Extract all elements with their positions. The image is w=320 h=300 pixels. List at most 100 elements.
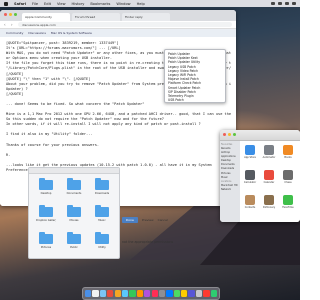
tab[interactable]: Finder reply — [122, 13, 170, 21]
folder-label: Downloads — [94, 192, 110, 195]
folder-icon[interactable] — [67, 232, 81, 244]
patch-list-item[interactable]: USB Patch — [168, 98, 222, 102]
folder-icon[interactable] — [39, 178, 53, 190]
app-icon[interactable] — [264, 195, 274, 205]
back-icon[interactable]: ‹ — [4, 22, 8, 27]
folder-label: Desktop — [40, 192, 52, 195]
menu-item-app[interactable]: Safari — [14, 2, 26, 6]
finder-sidebar: Favourites Recents AirDrop Applications Desk… — [220, 141, 240, 222]
dock-app-icon[interactable] — [107, 290, 114, 297]
dock-app-icon[interactable] — [121, 290, 129, 297]
app-icon[interactable] — [283, 145, 293, 155]
attached-finder-toolbar — [29, 168, 119, 174]
preview-button[interactable]: Preview — [142, 218, 154, 222]
finder-content: App Store Automator Books Calculator Calenda… — [240, 141, 300, 222]
app-label: Books — [284, 156, 292, 159]
dock-app-icon[interactable] — [166, 290, 173, 297]
spotlight-icon[interactable] — [292, 2, 296, 5]
folder-icon[interactable] — [95, 178, 109, 190]
tab-strip: Apple Community Forum thread Finder repl… — [0, 10, 236, 21]
folder-label: Dropbox Gallery — [36, 219, 56, 222]
dock-app-icon[interactable] — [151, 290, 158, 297]
dock-app-icon[interactable] — [144, 290, 151, 297]
close-icon[interactable] — [223, 133, 226, 136]
app-label: Contacts — [244, 206, 256, 209]
dock-app-icon[interactable] — [99, 290, 107, 297]
battery-icon[interactable] — [278, 2, 282, 5]
menu-item-view[interactable]: View — [57, 2, 66, 6]
folder-label: Music — [98, 219, 106, 222]
folder-label: Documents — [66, 192, 82, 195]
folder-icon[interactable] — [67, 205, 81, 217]
window-controls — [4, 13, 17, 16]
dock-app-icon[interactable] — [188, 290, 195, 297]
folder-label: Pictures — [40, 246, 52, 249]
app-icon[interactable] — [264, 145, 274, 155]
dock-app-icon[interactable] — [129, 290, 136, 297]
attached-finder-screenshot: Desktop Documents Downloads Dropbox Gallery… — [28, 167, 120, 259]
finder-window-controls — [223, 133, 236, 136]
minimize-icon[interactable] — [228, 133, 231, 136]
dock-app-icon[interactable] — [114, 290, 121, 297]
dock-app-icon[interactable] — [195, 290, 203, 297]
app-icon[interactable] — [283, 195, 293, 205]
menu-item-file[interactable]: File — [32, 2, 38, 6]
toolbar: ‹ › discussions.apple.com — [0, 21, 236, 29]
forum-nav-item[interactable]: Discussions — [28, 31, 46, 35]
tab-active[interactable]: Apple Community — [22, 13, 70, 21]
app-label: Automator — [262, 156, 276, 159]
fullscreen-icon[interactable] — [233, 133, 236, 136]
post-line: In other words, if it will re-install I … — [6, 122, 201, 127]
permissions-note: not the appropriate permissions — [122, 240, 174, 244]
folder-icon[interactable] — [95, 205, 109, 217]
status-icons — [271, 2, 296, 5]
apple-menu-icon[interactable] — [4, 1, 8, 6]
sidebar-item[interactable]: Network — [221, 188, 239, 192]
app-icon[interactable] — [245, 195, 255, 205]
cancel-button[interactable]: Cancel — [158, 218, 168, 222]
menu-item-bookmarks[interactable]: Bookmarks — [90, 2, 110, 6]
patch-list-popover: Patch Updater Patch Updater Kext Patch Upd… — [164, 49, 226, 103]
folder-icon[interactable] — [39, 205, 53, 217]
folder-icon[interactable] — [67, 178, 81, 190]
app-icon[interactable] — [245, 170, 255, 180]
app-label: App Store — [244, 156, 256, 159]
app-icon[interactable] — [283, 170, 293, 180]
app-label: Chess — [284, 181, 292, 184]
app-label: Calendar — [263, 181, 275, 184]
forum-nav-item[interactable]: Mac OS & System Software — [51, 31, 92, 35]
folder-icon[interactable] — [39, 232, 53, 244]
dock-app-icon[interactable] — [158, 290, 166, 297]
dock-app-icon[interactable] — [136, 290, 144, 297]
menu-item-window[interactable]: Window — [116, 2, 130, 6]
dock-app-icon[interactable] — [210, 290, 217, 297]
app-label: Calculator — [243, 181, 257, 184]
forum-nav-item[interactable]: Community — [6, 31, 23, 35]
app-icon[interactable] — [245, 145, 255, 155]
menu-item-edit[interactable]: Edit — [44, 2, 51, 6]
app-icon[interactable] — [264, 170, 274, 180]
menu-item-history[interactable]: History — [72, 2, 85, 6]
menu-bar: Safari File Edit View History Bookmarks … — [0, 0, 300, 7]
finder-window: Favourites Recents AirDrop Applications Desk… — [220, 130, 300, 222]
folder-label: Public — [70, 246, 78, 249]
wifi-icon[interactable] — [271, 2, 275, 5]
tab[interactable]: Forum thread — [72, 13, 120, 21]
forward-icon[interactable]: › — [11, 22, 15, 27]
address-bar[interactable]: discussions.apple.com — [18, 22, 232, 27]
close-icon[interactable] — [4, 13, 7, 16]
dock-app-icon[interactable] — [85, 290, 92, 297]
done-button[interactable]: Done — [122, 217, 138, 223]
app-label: Dictionary — [262, 206, 276, 209]
menu-item-help[interactable]: Help — [137, 2, 145, 6]
desktop-wallpaper: Safari File Edit View History Bookmarks … — [0, 0, 300, 300]
dock-app-icon[interactable] — [181, 290, 188, 297]
finder-toolbar — [220, 130, 300, 141]
fullscreen-icon[interactable] — [14, 13, 17, 16]
folder-icon[interactable] — [95, 232, 109, 244]
dock-app-icon[interactable] — [92, 290, 99, 297]
minimize-icon[interactable] — [9, 13, 12, 16]
dock-app-icon[interactable] — [173, 290, 180, 297]
dock-app-icon[interactable] — [203, 290, 210, 297]
clock-icon[interactable] — [285, 2, 289, 5]
